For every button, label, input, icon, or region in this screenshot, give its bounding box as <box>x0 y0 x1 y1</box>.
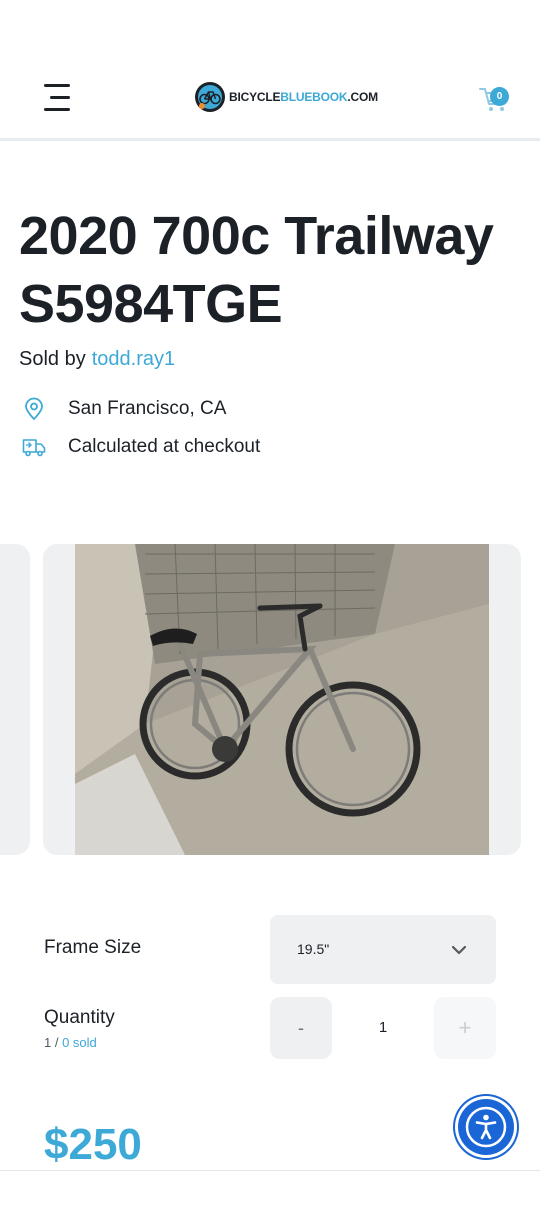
frame-size-value: 19.5" <box>297 941 330 957</box>
accessibility-icon <box>465 1106 507 1148</box>
shipping-text: Calculated at checkout <box>68 436 261 457</box>
quantity-availability: 1 / 0 sold <box>44 1035 97 1050</box>
quantity-available-text: 1 / <box>44 1035 59 1050</box>
site-header: BICYCLEBLUEBOOK.COM 0 <box>0 0 540 141</box>
quantity-decrease-button[interactable]: - <box>270 997 332 1059</box>
site-logo[interactable]: BICYCLEBLUEBOOK.COM <box>194 80 378 114</box>
product-title: 2020 700c Trailway S5984TGE <box>19 206 494 334</box>
divider <box>0 1170 540 1171</box>
quantity-increase-button[interactable]: + <box>434 997 496 1059</box>
cart-count-badge: 0 <box>490 87 509 106</box>
location-pin-icon <box>25 397 43 421</box>
accessibility-button[interactable] <box>458 1099 514 1155</box>
logo-text-prefix: BICYCLE <box>229 90 281 104</box>
product-price: $250 <box>44 1120 142 1169</box>
location-text: San Francisco, CA <box>68 398 227 419</box>
frame-size-label: Frame Size <box>44 937 142 958</box>
frame-size-select[interactable]: 19.5" <box>270 915 496 984</box>
product-photo <box>75 544 489 855</box>
gallery-previous-slide[interactable] <box>0 544 30 855</box>
delivery-truck-icon <box>22 439 46 457</box>
sold-by: Sold by todd.ray1 <box>19 348 175 371</box>
bicycle-logo-icon <box>195 82 225 112</box>
logo-text-suffix: .COM <box>347 90 378 104</box>
logo-text-highlight: BLUEBOOK <box>280 90 348 104</box>
sold-by-label: Sold by <box>19 348 86 370</box>
quantity-label: Quantity <box>44 1007 115 1028</box>
location-row: San Francisco, CA <box>22 397 226 421</box>
quantity-sold-text: 0 sold <box>62 1035 97 1050</box>
menu-icon[interactable] <box>44 84 72 112</box>
shipping-row: Calculated at checkout <box>22 435 260 459</box>
quantity-value[interactable]: 1 <box>340 1019 426 1036</box>
seller-link[interactable]: todd.ray1 <box>92 348 175 370</box>
product-image-carousel[interactable] <box>43 544 521 855</box>
chevron-down-icon <box>451 945 467 955</box>
